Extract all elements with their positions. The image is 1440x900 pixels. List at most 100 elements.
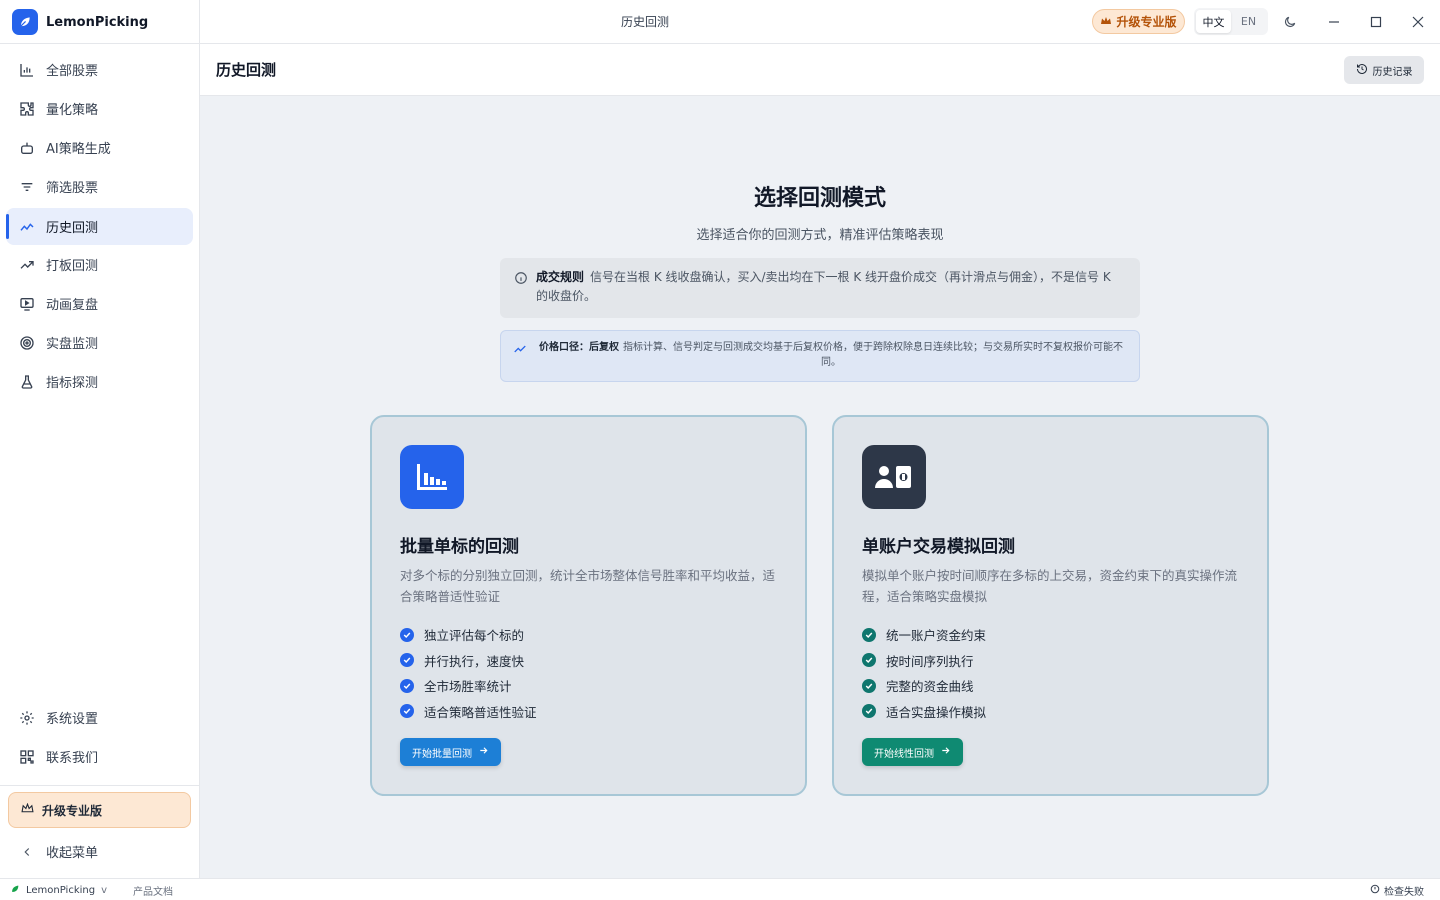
update-check-status[interactable]: 检查失败 — [1370, 879, 1424, 900]
status-app-name: LemonPicking — [26, 884, 96, 896]
sidebar-upgrade-button[interactable]: 升级专业版 — [8, 792, 191, 828]
sidebar-item-settings[interactable]: 系统设置 — [6, 699, 193, 736]
trade-rule-label: 成交规则 — [536, 270, 585, 284]
window-title: 历史回测 — [620, 15, 669, 29]
check-circle-icon — [400, 653, 414, 668]
sidebar-item-label: 动画复盘 — [46, 298, 99, 313]
trending-up-icon — [513, 342, 527, 361]
price-basis-notice: 价格口径：后复权 指标计算、信号判定与回测成交均基于后复权价格，便于跨除权除息日连… — [500, 330, 1140, 382]
sidebar-item-board-backtest[interactable]: 打板回测 — [6, 246, 193, 283]
leaf-logo-icon — [12, 9, 38, 35]
sidebar-item-label: 打板回测 — [46, 259, 99, 274]
bar-chart-icon — [400, 445, 464, 509]
check-circle-icon — [862, 704, 876, 719]
sidebar-divider — [0, 785, 199, 786]
crown-icon — [21, 802, 34, 817]
crown-icon — [1100, 15, 1112, 29]
arrow-right-icon — [478, 745, 489, 759]
leaf-icon — [10, 884, 20, 897]
minimize-icon[interactable] — [1324, 12, 1344, 32]
close-icon[interactable] — [1408, 12, 1428, 32]
status-version: v — [101, 884, 108, 896]
page-header: 历史回测 历史记录 — [200, 44, 1440, 96]
batch-backtest-card[interactable]: 批量单标的回测 对多个标的分别独立回测，统计全市场整体信号胜率和平均收益，适合策… — [370, 415, 807, 796]
sidebar-item-ai-strategy[interactable]: AI策略生成 — [6, 129, 193, 166]
list-item: 适合实盘操作模拟 — [862, 699, 986, 725]
button-label: 开始批量回测 — [412, 748, 472, 760]
sidebar-item-label: AI策略生成 — [46, 142, 111, 157]
app-name: LemonPicking — [46, 14, 149, 30]
title-bar: LemonPicking 历史回测 升级专业版 中文 EN — [0, 0, 1440, 44]
list-item: 全市场胜率统计 — [400, 673, 537, 699]
collapse-label: 收起菜单 — [46, 846, 99, 861]
lang-zh-button[interactable]: 中文 — [1196, 10, 1231, 33]
single-account-backtest-card[interactable]: 单账户交易模拟回测 模拟单个账户按时间顺序在多标的上交易，资金约束下的真实操作流… — [832, 415, 1269, 796]
main-content: 选择回测模式 选择适合你的回测方式，精准评估策略表现 成交规则 信号在当根 K 线… — [200, 96, 1440, 878]
status-bar: LemonPicking v 产品文档 检查失败 — [0, 878, 1440, 900]
start-linear-backtest-button[interactable]: 开始线性回测 — [862, 738, 963, 766]
account-card-icon — [862, 445, 926, 509]
info-icon — [514, 271, 528, 291]
qr-code-icon — [18, 748, 36, 766]
warning-circle-icon — [1370, 884, 1380, 897]
upgrade-label: 升级专业版 — [1116, 15, 1177, 29]
check-circle-icon — [400, 678, 414, 693]
list-item: 并行执行，速度快 — [400, 648, 537, 674]
list-item: 独立评估每个标的 — [400, 622, 537, 648]
sidebar-item-history-backtest[interactable]: 历史回测 — [6, 208, 193, 245]
maximize-icon[interactable] — [1366, 12, 1386, 32]
check-circle-icon — [400, 704, 414, 719]
brand[interactable]: LemonPicking — [0, 0, 200, 44]
moon-icon[interactable] — [1280, 12, 1300, 32]
trade-rule-text: 信号在当根 K 线收盘确认，买入/卖出均在下一根 K 线开盘价成交（再计滑点与佣… — [536, 270, 1111, 303]
feature-list: 独立评估每个标的 并行执行，速度快 全市场胜率统计 适合策略普适性验证 — [400, 622, 537, 724]
collapse-menu-button[interactable]: 收起菜单 — [6, 833, 193, 870]
trending-up-icon — [18, 256, 36, 274]
docs-link[interactable]: 产品文档 — [133, 883, 173, 898]
sidebar-upgrade-label: 升级专业版 — [42, 803, 103, 818]
sidebar-item-indicator-probe[interactable]: 指标探测 — [6, 363, 193, 400]
list-item: 适合策略普适性验证 — [400, 699, 537, 725]
sidebar-item-label: 联系我们 — [46, 751, 99, 766]
sidebar-item-label: 历史回测 — [46, 221, 99, 236]
puzzle-icon — [18, 100, 36, 118]
check-circle-icon — [400, 627, 414, 642]
sidebar-item-live-monitor[interactable]: 实盘监测 — [6, 324, 193, 361]
arrow-right-icon — [940, 745, 951, 759]
card-description: 对多个标的分别独立回测，统计全市场整体信号胜率和平均收益，适合策略普适性验证 — [400, 568, 776, 604]
sidebar-item-label: 实盘监测 — [46, 337, 99, 352]
lang-en-button[interactable]: EN — [1231, 10, 1266, 33]
update-check-label: 检查失败 — [1384, 886, 1424, 898]
sidebar-item-all-stocks[interactable]: 全部股票 — [6, 51, 193, 88]
robot-icon — [18, 139, 36, 157]
sidebar: 全部股票 量化策略 AI策略生成 筛选股票 历史回测 打板回测 动画复盘 实盘监… — [0, 44, 200, 878]
page-title: 历史回测 — [216, 61, 277, 79]
upgrade-button[interactable]: 升级专业版 — [1092, 9, 1185, 34]
list-item: 按时间序列执行 — [862, 648, 986, 674]
start-batch-backtest-button[interactable]: 开始批量回测 — [400, 738, 501, 766]
check-circle-icon — [862, 678, 876, 693]
language-switch: 中文 EN — [1194, 8, 1268, 35]
feature-list: 统一账户资金约束 按时间序列执行 完整的资金曲线 适合实盘操作模拟 — [862, 622, 986, 724]
sidebar-item-contact[interactable]: 联系我们 — [6, 738, 193, 775]
gear-icon — [18, 709, 36, 727]
play-screen-icon — [18, 295, 36, 313]
target-icon — [18, 334, 36, 352]
price-basis-text: 指标计算、信号判定与回测成交均基于后复权价格，便于跨除权除息日连续比较；与交易所… — [623, 342, 1123, 368]
history-records-button[interactable]: 历史记录 — [1344, 56, 1424, 84]
sidebar-item-animation-review[interactable]: 动画复盘 — [6, 285, 193, 322]
check-circle-icon — [862, 627, 876, 642]
flask-icon — [18, 373, 36, 391]
sidebar-item-label: 量化策略 — [46, 103, 99, 118]
sidebar-item-quant-strategy[interactable]: 量化策略 — [6, 90, 193, 127]
card-title: 批量单标的回测 — [400, 537, 519, 557]
sidebar-item-filter-stocks[interactable]: 筛选股票 — [6, 168, 193, 205]
bar-chart-icon — [18, 61, 36, 79]
trade-rule-notice: 成交规则 信号在当根 K 线收盘确认，买入/卖出均在下一根 K 线开盘价成交（再计… — [500, 258, 1140, 318]
line-chart-icon — [18, 218, 36, 236]
list-item: 统一账户资金约束 — [862, 622, 986, 648]
filter-icon — [18, 178, 36, 196]
sidebar-item-label: 全部股票 — [46, 64, 99, 79]
sidebar-item-label: 指标探测 — [46, 376, 99, 391]
hero-title: 选择回测模式 — [753, 186, 886, 211]
